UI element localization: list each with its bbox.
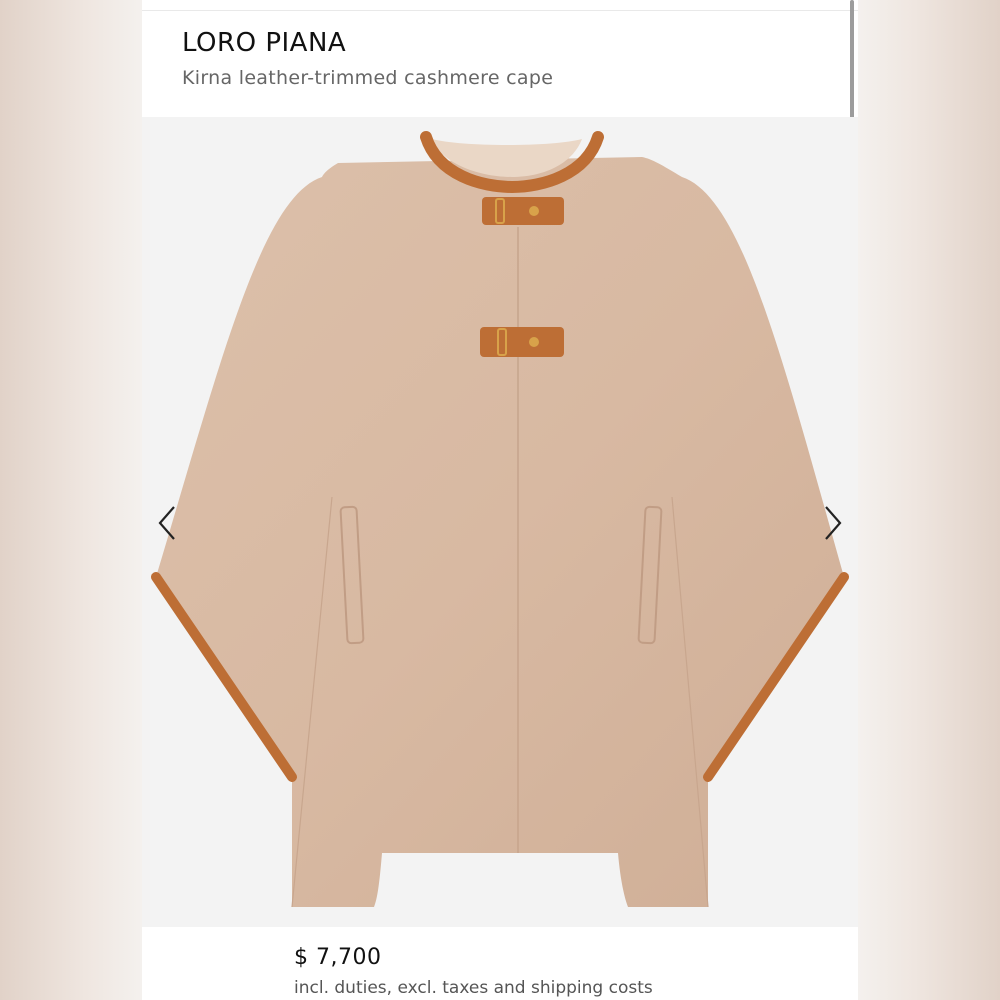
chevron-right-icon (825, 506, 842, 540)
price-note: incl. duties, excl. taxes and shipping c… (294, 978, 653, 998)
cape-body (156, 157, 844, 907)
product-gallery[interactable] (142, 117, 858, 927)
left-backdrop (0, 0, 142, 1000)
gallery-prev-button[interactable] (154, 503, 184, 543)
brand-name[interactable]: LORO PIANA (182, 28, 346, 58)
product-image (151, 131, 849, 908)
scrollbar[interactable] (850, 0, 854, 136)
chevron-left-icon (158, 506, 175, 540)
lower-buckle (480, 327, 564, 357)
product-price: $ 7,700 (294, 945, 382, 970)
product-title: Kirna leather-trimmed cashmere cape (182, 67, 554, 89)
right-backdrop (858, 0, 1000, 1000)
top-divider (142, 10, 858, 11)
product-page[interactable]: LORO PIANA Kirna leather-trimmed cashmer… (142, 0, 858, 1000)
upper-buckle (482, 197, 564, 225)
gallery-next-button[interactable] (816, 503, 846, 543)
